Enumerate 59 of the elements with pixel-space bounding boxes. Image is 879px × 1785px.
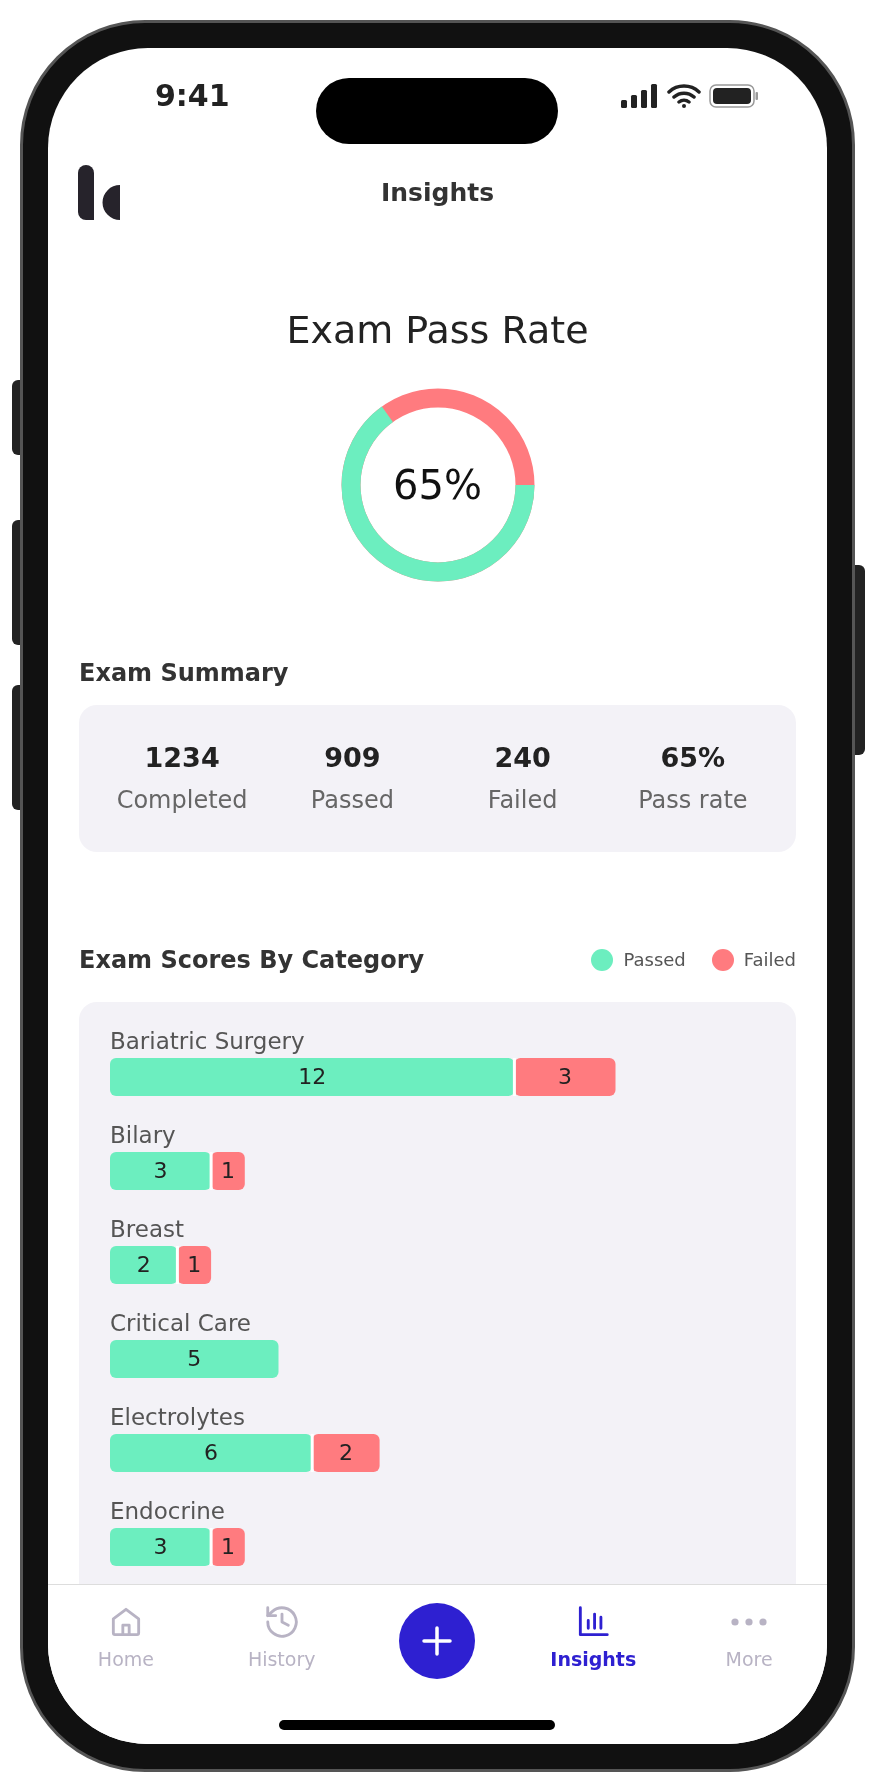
section-title: Exam Pass Rate — [285, 307, 590, 354]
legend-label: Failed — [743, 948, 796, 972]
signal-icon — [621, 83, 659, 108]
tab-item[interactable]: Insights — [515, 1603, 672, 1674]
data-label: 5 — [187, 1345, 202, 1371]
tab-item[interactable]: History — [203, 1603, 360, 1674]
bar-segment: 3 — [514, 1057, 616, 1096]
tab-item[interactable]: More — [671, 1603, 827, 1674]
chart-title: Exam Scores By Category — [79, 944, 425, 976]
summary-title: Exam Summary — [79, 657, 290, 689]
stat-label: Pass rate — [638, 785, 748, 817]
segment-divider — [512, 1057, 516, 1096]
bar-segment: 1 — [211, 1151, 245, 1190]
stat-label: Failed — [487, 785, 558, 817]
screen-title: Insights — [380, 177, 495, 210]
data-label: 3 — [153, 1157, 168, 1183]
stat-value: 65% — [660, 740, 726, 775]
bar-segment: 5 — [110, 1339, 279, 1378]
category-label: Bariatric Surgery — [110, 1026, 306, 1056]
bar-segment: 1 — [211, 1527, 245, 1566]
stat-label: Passed — [310, 785, 394, 817]
category-label: Critical Care — [110, 1308, 252, 1338]
segment-divider — [175, 1245, 179, 1284]
stat-value: 909 — [324, 740, 381, 775]
pass-rate-value: 65% — [393, 460, 482, 510]
tab-item[interactable]: Home — [48, 1603, 204, 1674]
bar-segment: 12 — [110, 1057, 515, 1096]
bar-segment: 1 — [177, 1245, 212, 1284]
wifi-icon — [667, 83, 701, 108]
category-label: Breast — [110, 1214, 185, 1244]
legend-label: Passed — [623, 948, 686, 972]
data-label: 3 — [153, 1533, 168, 1559]
data-label: 2 — [136, 1251, 151, 1277]
stat-label: Completed — [116, 785, 248, 817]
battery-icon — [709, 83, 759, 108]
category-label: Endocrine — [110, 1496, 226, 1526]
bar-segment: 2 — [312, 1433, 380, 1472]
data-label: 6 — [204, 1439, 219, 1465]
more-icon — [731, 1618, 768, 1626]
data-label: 2 — [338, 1439, 353, 1465]
data-label: 1 — [220, 1533, 235, 1559]
data-label: 1 — [220, 1157, 235, 1183]
data-label: 3 — [557, 1063, 572, 1089]
category-label: Bilary — [110, 1120, 177, 1150]
segment-divider — [209, 1527, 213, 1566]
category-label: Electrolytes — [110, 1402, 246, 1432]
status-time: 9:41 — [155, 77, 230, 115]
stat-value: 1234 — [144, 740, 220, 775]
data-label: 12 — [298, 1063, 327, 1089]
data-label: 1 — [187, 1251, 202, 1277]
stat-value: 240 — [494, 740, 551, 775]
segment-divider — [209, 1151, 213, 1190]
bar-segment: 2 — [110, 1245, 178, 1284]
plus-icon — [422, 1626, 453, 1656]
bar-segment: 6 — [110, 1433, 313, 1472]
app-logo — [78, 165, 120, 220]
segment-divider — [310, 1433, 314, 1472]
bar-segment: 3 — [110, 1527, 212, 1566]
bar-segment: 3 — [110, 1151, 212, 1190]
